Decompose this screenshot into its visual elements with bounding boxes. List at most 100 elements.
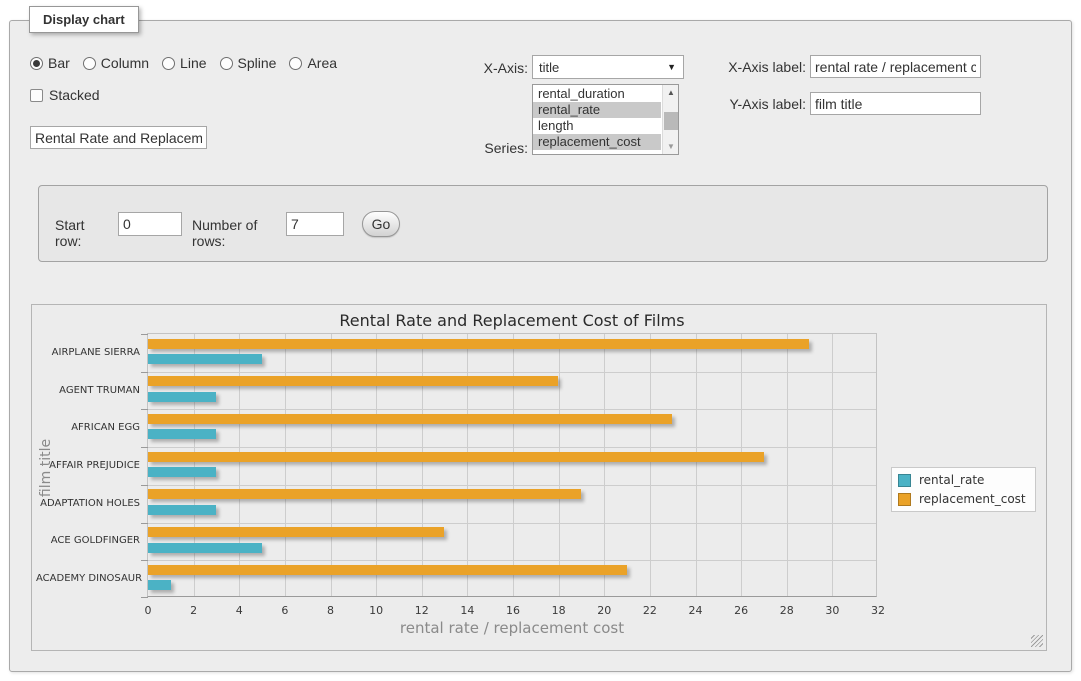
x-axis-selected-value: title xyxy=(539,60,559,75)
series-listbox[interactable]: rental_durationrental_ratelengthreplacem… xyxy=(532,84,679,155)
series-option-rental_rate[interactable]: rental_rate xyxy=(533,102,661,118)
gridline xyxy=(148,447,876,448)
x-axis-select-label: X-Axis: xyxy=(430,60,528,76)
category-label: AGENT TRUMAN xyxy=(36,385,140,396)
category-label: ACADEMY DINOSAUR xyxy=(36,573,140,584)
gridline xyxy=(787,334,788,596)
bar-rental_rate xyxy=(148,467,216,477)
category-label: AFRICAN EGG xyxy=(36,422,140,433)
bar-replacement_cost xyxy=(148,565,627,575)
x-axis-select[interactable]: title ▼ xyxy=(532,55,684,79)
resize-handle-icon[interactable] xyxy=(1031,635,1043,647)
x-tick-label: 20 xyxy=(587,604,621,617)
panel-title: Display chart xyxy=(29,6,139,33)
legend-swatch-icon xyxy=(898,493,911,506)
y-tick-mark xyxy=(141,372,148,373)
radio-icon[interactable] xyxy=(83,57,96,70)
bar-replacement_cost xyxy=(148,527,444,537)
chart-type-bar[interactable]: Bar xyxy=(30,55,70,71)
chart-type-line[interactable]: Line xyxy=(162,55,206,71)
stacked-checkbox[interactable] xyxy=(30,89,43,102)
bar-rental_rate xyxy=(148,354,262,364)
gridline xyxy=(285,334,286,596)
stacked-label: Stacked xyxy=(49,87,100,103)
series-option-length[interactable]: length xyxy=(533,118,661,134)
num-rows-label: Number of rows: xyxy=(192,217,284,249)
gridline xyxy=(331,334,332,596)
legend-label: replacement_cost xyxy=(919,492,1026,506)
x-tick-label: 12 xyxy=(405,604,439,617)
stacked-option: Stacked xyxy=(30,87,100,103)
row-range-panel xyxy=(38,185,1048,262)
go-button[interactable]: Go xyxy=(362,211,400,237)
radio-label: Column xyxy=(101,55,149,71)
y-axis-label-caption: Y-Axis label: xyxy=(700,96,806,112)
x-tick-label: 24 xyxy=(679,604,713,617)
bar-replacement_cost xyxy=(148,452,764,462)
chart-type-area[interactable]: Area xyxy=(289,55,337,71)
chart-type-radio-group: Bar Column Line Spline Area xyxy=(30,55,337,71)
page: Display chart Bar Column Line Spline Area St… xyxy=(0,0,1081,681)
gridline xyxy=(148,485,876,486)
chart-title: Rental Rate and Replacement Cost of Film… xyxy=(147,311,877,330)
y-tick-mark xyxy=(141,560,148,561)
radio-icon[interactable] xyxy=(220,57,233,70)
radio-icon[interactable] xyxy=(30,57,43,70)
x-tick-label: 10 xyxy=(359,604,393,617)
dropdown-arrow-icon: ▼ xyxy=(667,62,676,72)
gridline xyxy=(513,334,514,596)
y-tick-mark xyxy=(141,485,148,486)
y-tick-mark xyxy=(141,334,148,335)
series-option-rental_duration[interactable]: rental_duration xyxy=(533,86,661,102)
x-axis-label-input[interactable] xyxy=(810,55,981,78)
scrollbar-thumb[interactable] xyxy=(664,112,678,130)
chart-title-input[interactable] xyxy=(30,126,207,149)
x-axis-label-caption: X-Axis label: xyxy=(700,59,806,75)
gridline xyxy=(239,334,240,596)
series-option-replacement_cost[interactable]: replacement_cost xyxy=(533,134,661,150)
category-label: ADAPTATION HOLES xyxy=(36,498,140,509)
gridline xyxy=(148,372,876,373)
bar-rental_rate xyxy=(148,580,171,590)
chart-type-column[interactable]: Column xyxy=(83,55,149,71)
gridline xyxy=(604,334,605,596)
x-tick-label: 28 xyxy=(770,604,804,617)
x-tick-label: 2 xyxy=(177,604,211,617)
gridline xyxy=(422,334,423,596)
gridline xyxy=(650,334,651,596)
series-list-label: Series: xyxy=(430,140,528,156)
legend-item-replacement_cost: replacement_cost xyxy=(898,492,1026,506)
x-tick-label: 6 xyxy=(268,604,302,617)
bar-rental_rate xyxy=(148,392,216,402)
radio-icon[interactable] xyxy=(162,57,175,70)
radio-label: Area xyxy=(307,55,337,71)
chart-type-spline[interactable]: Spline xyxy=(220,55,277,71)
num-rows-input[interactable] xyxy=(286,212,344,236)
scroll-up-icon[interactable]: ▲ xyxy=(663,85,679,100)
legend-swatch-icon xyxy=(898,474,911,487)
gridline xyxy=(148,523,876,524)
y-axis-label-input[interactable] xyxy=(810,92,981,115)
x-tick-label: 22 xyxy=(633,604,667,617)
x-tick-label: 30 xyxy=(815,604,849,617)
gridline xyxy=(832,334,833,596)
gridline xyxy=(148,409,876,410)
gridline xyxy=(696,334,697,596)
y-tick-mark xyxy=(141,597,148,598)
gridline xyxy=(376,334,377,596)
scroll-down-icon[interactable]: ▼ xyxy=(663,139,679,154)
bar-rental_rate xyxy=(148,429,216,439)
plot-area: AIRPLANE SIERRAAGENT TRUMANAFRICAN EGGAF… xyxy=(147,333,877,597)
x-tick-label: 16 xyxy=(496,604,530,617)
radio-label: Bar xyxy=(48,55,70,71)
bar-replacement_cost xyxy=(148,489,581,499)
legend-item-rental_rate: rental_rate xyxy=(898,473,1026,487)
y-tick-mark xyxy=(141,409,148,410)
y-tick-mark xyxy=(141,447,148,448)
legend-label: rental_rate xyxy=(919,473,984,487)
listbox-scrollbar[interactable]: ▲ ▼ xyxy=(662,85,678,154)
radio-icon[interactable] xyxy=(289,57,302,70)
start-row-label: Start row: xyxy=(55,217,113,249)
x-tick-label: 26 xyxy=(724,604,758,617)
start-row-input[interactable] xyxy=(118,212,182,236)
